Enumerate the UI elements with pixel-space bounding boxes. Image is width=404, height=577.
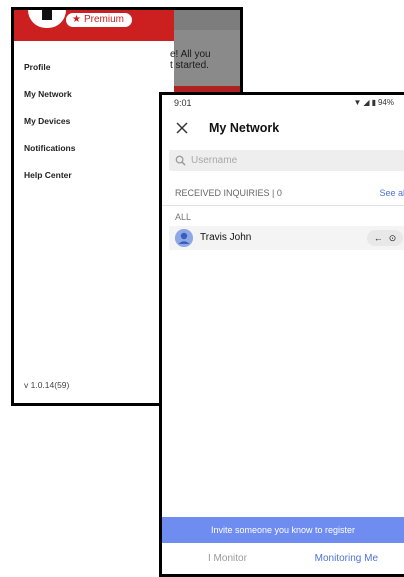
premium-badge[interactable]: ★ Premium	[66, 13, 132, 27]
section-divider	[162, 205, 404, 206]
see-all-link[interactable]: See all	[379, 188, 404, 198]
peek-text: e! All you t started.	[170, 49, 211, 71]
premium-label: Premium	[83, 14, 124, 25]
wifi-icon: ▼	[353, 98, 362, 107]
drawer-item-profile[interactable]: Profile	[24, 62, 75, 89]
search-bar[interactable]	[169, 150, 404, 171]
battery-icon: ▮	[371, 98, 376, 107]
all-section-label: ALL	[175, 212, 192, 222]
list-item[interactable]: Travis John ← ⊙	[169, 226, 404, 250]
avatar-icon	[175, 229, 193, 247]
contact-name: Travis John	[200, 232, 252, 243]
arrow-left-icon: ←	[373, 233, 383, 243]
app-version: v 1.0.14(59)	[24, 380, 70, 390]
status-bar: 9:01 ▼ ◢ ▮ 94%	[162, 95, 404, 111]
profile-avatar[interactable]	[28, 10, 66, 28]
app-bar: My Network	[162, 115, 404, 145]
received-inquiries-row: RECEIVED INQUIRIES | 0 See all	[175, 188, 404, 198]
tab-i-monitor[interactable]: I Monitor	[208, 553, 247, 564]
network-screenshot: 9:01 ▼ ◢ ▮ 94% My Network RECEIVED INQUI…	[159, 92, 404, 577]
eye-icon: ⊙	[388, 232, 397, 243]
drawer-item-notifications[interactable]: Notifications	[24, 143, 75, 170]
contact-actions[interactable]: ← ⊙	[367, 230, 403, 246]
drawer-item-help-center[interactable]: Help Center	[24, 170, 75, 197]
status-time: 9:01	[174, 98, 192, 108]
received-inquiries-label: RECEIVED INQUIRIES | 0	[175, 188, 282, 198]
close-icon[interactable]	[174, 120, 190, 136]
search-icon	[175, 155, 186, 166]
battery-level: 94%	[377, 98, 394, 107]
drawer-item-my-network[interactable]: My Network	[24, 89, 75, 116]
invite-button[interactable]: Invite someone you know to register	[162, 517, 404, 543]
drawer-item-my-devices[interactable]: My Devices	[24, 116, 75, 143]
signal-icon: ◢	[363, 98, 370, 107]
status-icons: ▼ ◢ ▮ 94%	[354, 98, 395, 107]
drawer-menu: Profile My Network My Devices Notificati…	[24, 62, 75, 197]
search-input[interactable]	[189, 153, 389, 168]
tab-monitoring-me[interactable]: Monitoring Me	[315, 553, 378, 564]
star-icon: ★	[72, 14, 81, 25]
page-title: My Network	[209, 121, 280, 135]
drawer-header: ★ Premium	[14, 10, 174, 41]
